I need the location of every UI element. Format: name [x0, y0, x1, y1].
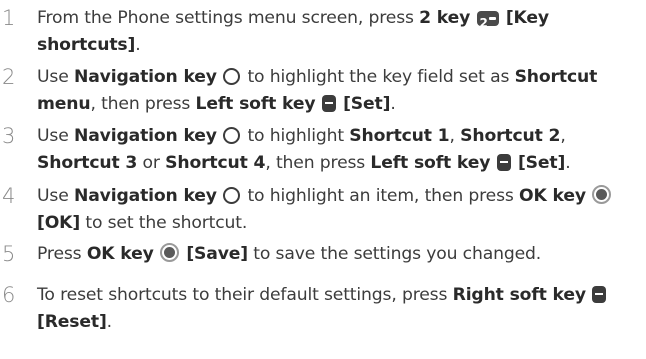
step-text: Use Navigation key to highlight Shortcut…: [37, 126, 571, 173]
soft-key-icon: [496, 154, 511, 171]
key-name: Left soft key: [370, 153, 491, 173]
step-number: 6: [2, 283, 16, 307]
action-name: [Set]: [343, 94, 391, 114]
key-name: OK key: [86, 244, 154, 264]
ok-key-icon: [159, 243, 179, 262]
step-number: 1: [2, 6, 16, 30]
step-text: To reset shortcuts to their default sett…: [37, 282, 643, 336]
step-number: 5: [2, 242, 16, 266]
navigation-key-icon: [223, 68, 241, 85]
step-number: 4: [2, 184, 16, 208]
soft-key-icon: [321, 95, 336, 112]
navigation-key-icon: [223, 127, 241, 144]
key-name: OK key: [519, 186, 586, 206]
key-name: Navigation key: [73, 126, 217, 146]
action-name: [Reset]: [37, 312, 107, 332]
menu-item-name: Shortcut 3: [37, 153, 138, 173]
key-name: 2 key: [419, 8, 471, 28]
menu-item-name: Shortcut 1: [349, 126, 450, 146]
step-text: Use Navigation key to highlight the key …: [37, 67, 598, 114]
step-text: Press OK key [Save] to save the settings…: [37, 243, 542, 264]
ok-key-icon: [592, 185, 612, 204]
action-name: [OK]: [37, 213, 81, 233]
step-text: From the Phone settings menu screen, pre…: [37, 8, 549, 55]
menu-item-name: Shortcut 2: [460, 126, 561, 146]
key-name: Navigation key: [73, 186, 217, 206]
action-name: [Set]: [517, 153, 566, 173]
two-key-icon: 2: [476, 11, 499, 30]
navigation-key-icon: [223, 187, 241, 204]
step-number: 3: [2, 124, 16, 148]
menu-item-name: Shortcut 4: [165, 153, 266, 173]
action-name: [Save]: [186, 244, 248, 264]
key-name: Navigation key: [73, 67, 217, 87]
step-text: Use Navigation key to highlight an item,…: [37, 183, 643, 237]
step-number: 2: [2, 65, 16, 89]
key-name: Left soft key: [195, 94, 316, 114]
soft-key-icon: [592, 286, 607, 303]
key-name: Right soft key: [452, 285, 586, 305]
